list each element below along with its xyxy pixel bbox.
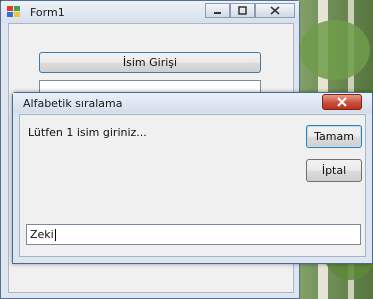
maximize-button[interactable] <box>230 3 255 18</box>
form1-titlebar[interactable]: Form1 <box>1 1 299 23</box>
minimize-icon <box>214 12 221 14</box>
iptal-button[interactable]: İptal <box>306 159 362 182</box>
close-button[interactable] <box>255 3 295 18</box>
dialog-close-button[interactable] <box>322 94 362 110</box>
dialog-prompt-label: Lütfen 1 isim giriniz... <box>28 126 147 139</box>
close-icon <box>270 6 280 15</box>
tree-foliage <box>300 20 370 80</box>
close-icon <box>337 97 347 107</box>
minimize-button[interactable] <box>205 3 230 18</box>
name-input-value: Zeki <box>30 228 54 241</box>
isim-girisi-button[interactable]: İsim Girişi <box>39 52 261 73</box>
form1-title: Form1 <box>30 6 65 19</box>
input-dialog: Alfabetik sıralama Lütfen 1 isim giriniz… <box>12 92 373 264</box>
maximize-icon <box>238 6 247 15</box>
name-input[interactable]: Zeki <box>26 224 361 245</box>
tamam-button[interactable]: Tamam <box>306 125 362 148</box>
form-icon <box>7 6 20 17</box>
dialog-title: Alfabetik sıralama <box>23 97 123 110</box>
dialog-titlebar[interactable]: Alfabetik sıralama <box>13 93 372 113</box>
dialog-client-area: Lütfen 1 isim giriniz... Tamam İptal Zek… <box>19 114 366 257</box>
text-caret <box>54 229 56 241</box>
